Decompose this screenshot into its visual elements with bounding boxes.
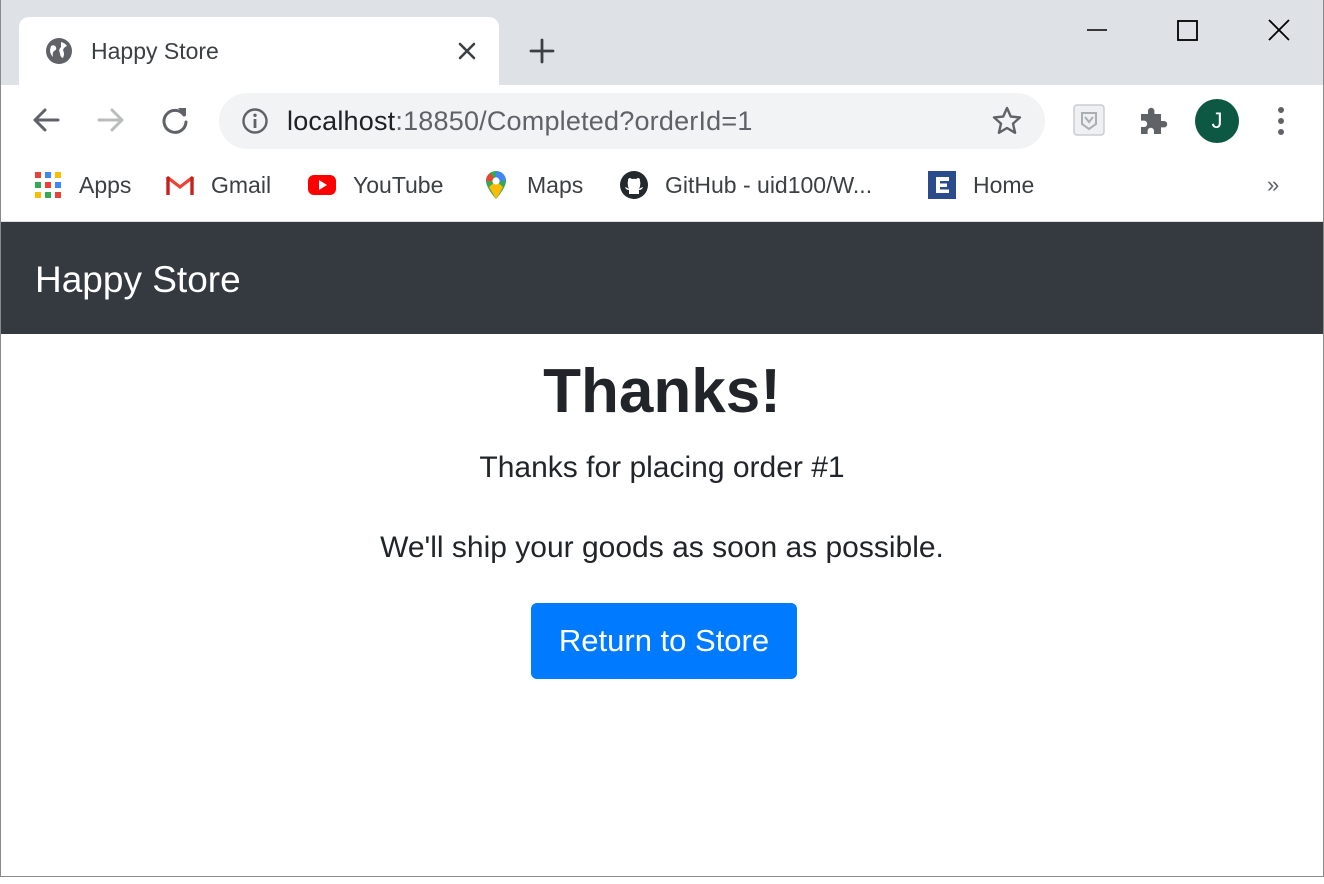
tab-title: Happy Store: [91, 38, 219, 64]
gmail-icon: [166, 175, 194, 195]
bookmarks-overflow-chevron-icon[interactable]: »: [1267, 169, 1279, 201]
bookmark-label: Apps: [79, 171, 132, 198]
maximize-icon[interactable]: [1167, 12, 1207, 48]
more-vertical-icon[interactable]: [1267, 104, 1295, 138]
bookmarks-bar: Apps Gmail YouTube Maps GitHub - uid100/…: [1, 157, 1323, 222]
bookmark-label: YouTube: [353, 171, 444, 198]
window-bottom-edge: [0, 877, 1324, 884]
bookmark-maps[interactable]: Maps: [481, 169, 583, 201]
extensions-puzzle-icon[interactable]: [1135, 102, 1171, 138]
shipping-message: We'll ship your goods as soon as possibl…: [380, 531, 944, 564]
browser-window: Happy Store localhost:18850/Completed?or…: [0, 0, 1324, 877]
bookmark-label: GitHub - uid100/W...: [665, 171, 873, 198]
order-message: Thanks for placing order #1: [479, 451, 845, 484]
maps-pin-icon: [486, 171, 506, 199]
bookmark-gmail[interactable]: Gmail: [165, 169, 271, 201]
bookmark-label: Maps: [527, 171, 584, 198]
new-tab-plus-icon[interactable]: [527, 36, 557, 66]
browser-tab[interactable]: Happy Store: [19, 17, 499, 85]
url-host: localhost: [287, 106, 396, 136]
home-e-icon: [928, 171, 956, 199]
minimize-icon[interactable]: [1077, 12, 1117, 48]
forward-arrow-icon[interactable]: [94, 103, 128, 137]
window-close-icon[interactable]: [1259, 12, 1299, 48]
info-icon[interactable]: [241, 107, 269, 135]
url-text[interactable]: localhost:18850/Completed?orderId=1: [287, 106, 753, 136]
reload-icon[interactable]: [158, 103, 192, 137]
bookmark-label: Home: [973, 171, 1035, 198]
bookmark-label: Gmail: [211, 171, 272, 198]
title-bar: Happy Store: [1, 0, 1323, 85]
globe-icon: [46, 38, 72, 64]
bookmark-home[interactable]: Home: [927, 169, 1034, 201]
extension-shield-icon[interactable]: [1071, 102, 1107, 138]
bookmark-youtube[interactable]: YouTube: [307, 169, 443, 201]
github-icon: [620, 171, 648, 199]
profile-avatar[interactable]: J: [1195, 99, 1239, 143]
youtube-icon: [308, 175, 336, 195]
bookmark-star-icon[interactable]: [991, 105, 1023, 137]
navbar-brand[interactable]: Happy Store: [35, 258, 241, 302]
order-completed-section: Thanks! Thanks for placing order #1 We'l…: [1, 334, 1323, 876]
address-bar[interactable]: localhost:18850/Completed?orderId=1: [219, 93, 1045, 149]
browser-toolbar: localhost:18850/Completed?orderId=1 J: [1, 85, 1323, 157]
url-path: :18850/Completed?orderId=1: [395, 106, 753, 136]
site-navbar: Happy Store: [1, 222, 1323, 334]
back-arrow-icon[interactable]: [29, 103, 63, 137]
bookmark-apps[interactable]: Apps: [33, 169, 131, 201]
page-title: Thanks!: [543, 357, 781, 426]
bookmark-github[interactable]: GitHub - uid100/W...: [619, 169, 872, 201]
close-icon[interactable]: [455, 39, 479, 63]
apps-grid-icon: [35, 172, 61, 198]
return-to-store-button[interactable]: Return to Store: [531, 603, 797, 679]
